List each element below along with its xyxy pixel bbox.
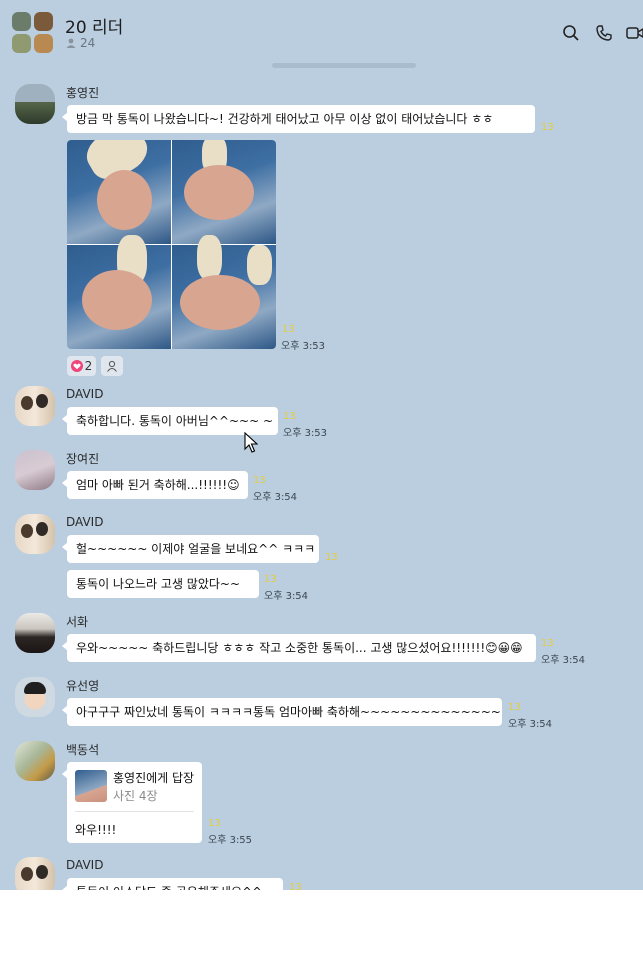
reply-message-bubble[interactable]: 홍영진에게 답장 사진 4장 와우!!!! [62,762,202,843]
message-bubble[interactable]: 아구구구 짜인났네 통독이 ㅋㅋㅋㅋ통독 엄마아빠 축하해~~~~~~~~~~~… [62,698,502,726]
group-avatar[interactable] [12,12,54,54]
video-icon[interactable] [626,24,643,42]
message-bubble[interactable]: 방금 막 통독이 나왔습니다~! 건강하게 태어났고 아무 이상 없이 태어났습… [62,105,535,133]
photo-grid[interactable] [67,140,276,349]
message-bubble[interactable]: 통독이 이소담도 좀 공유해주세요^^ [62,878,283,890]
message-time: 오후 3:54 [541,655,586,666]
phone-icon[interactable] [595,24,613,42]
sender-name: DAVID [66,858,104,872]
search-icon[interactable] [562,24,580,42]
avatar[interactable] [15,450,55,490]
add-reaction-button[interactable] [101,356,123,376]
sender-name: 장여진 [66,452,100,466]
scroll-indicator[interactable] [272,63,416,68]
message-bubble[interactable]: 통독이 나오느라 고생 많았다~~ [67,570,259,598]
member-count: 24 [66,36,95,50]
unread-count: 13 [508,702,521,713]
unread-count: 13 [282,324,295,335]
reply-thumbnail [75,770,107,802]
sender-name: 백동석 [66,743,100,757]
unread-count: 13 [289,882,302,890]
avatar[interactable] [15,514,55,554]
reaction-like[interactable]: 2 [67,356,96,376]
chat-header: 20 리더 24 [0,0,643,62]
reply-subtitle: 사진 4장 [113,789,158,803]
chat-title: 20 리더 [65,18,124,38]
message-time: 오후 3:54 [508,719,553,730]
sender-name: 서화 [66,615,89,629]
reply-text: 와우!!!! [75,823,117,837]
sender-name: 홍영진 [66,86,100,100]
unread-count: 13 [541,122,554,133]
message-bubble[interactable]: 헐~~~~~~ 이제야 얼굴을 보네요^^ ㅋㅋㅋ [62,535,319,563]
sender-name: DAVID [66,387,104,401]
mouse-cursor-icon [244,432,258,453]
message-time: 오후 3:54 [264,591,309,602]
avatar[interactable] [15,386,55,426]
unread-count: 13 [283,411,296,422]
chat-window: 20 리더 24 홍영진 방금 막 통독이 나왔습니다~! 건강하게 태어났고 … [0,0,643,890]
photo[interactable] [172,235,276,349]
message-time: 오후 3:53 [283,428,328,439]
person-icon [107,360,117,372]
photo[interactable] [67,235,171,349]
avatar[interactable] [15,613,55,653]
reply-target: 홍영진에게 답장 [113,771,195,785]
avatar[interactable] [15,857,55,890]
message-bubble[interactable]: 축하합니다. 통독이 아버님^^~~~ ~ [62,407,278,435]
person-icon [66,38,76,48]
unread-count: 13 [541,638,554,649]
unread-count: 13 [264,574,277,585]
message-time: 오후 3:55 [208,835,253,846]
unread-count: 13 [253,475,266,486]
message-bubble[interactable]: 엄마 아빠 된거 축하해...!!!!!!☺ [62,471,248,499]
heart-icon [70,360,83,372]
message-bubble[interactable]: 우와~~~~~ 축하드립니당 ㅎㅎㅎ 작고 소중한 통독이... 고생 많으셨어… [62,634,536,662]
reply-divider [75,811,194,812]
photo[interactable] [172,140,276,244]
avatar[interactable] [15,84,55,124]
sender-name: DAVID [66,515,104,529]
member-count-value: 24 [80,36,96,50]
photo[interactable] [67,140,171,244]
reaction-count: 2 [84,359,93,373]
message-time: 오후 3:54 [253,492,298,503]
message-time: 오후 3:53 [281,341,326,352]
avatar[interactable] [15,741,55,781]
sender-name: 유선영 [66,679,100,693]
unread-count: 13 [208,818,221,829]
unread-count: 13 [325,552,338,563]
avatar[interactable] [15,677,55,717]
